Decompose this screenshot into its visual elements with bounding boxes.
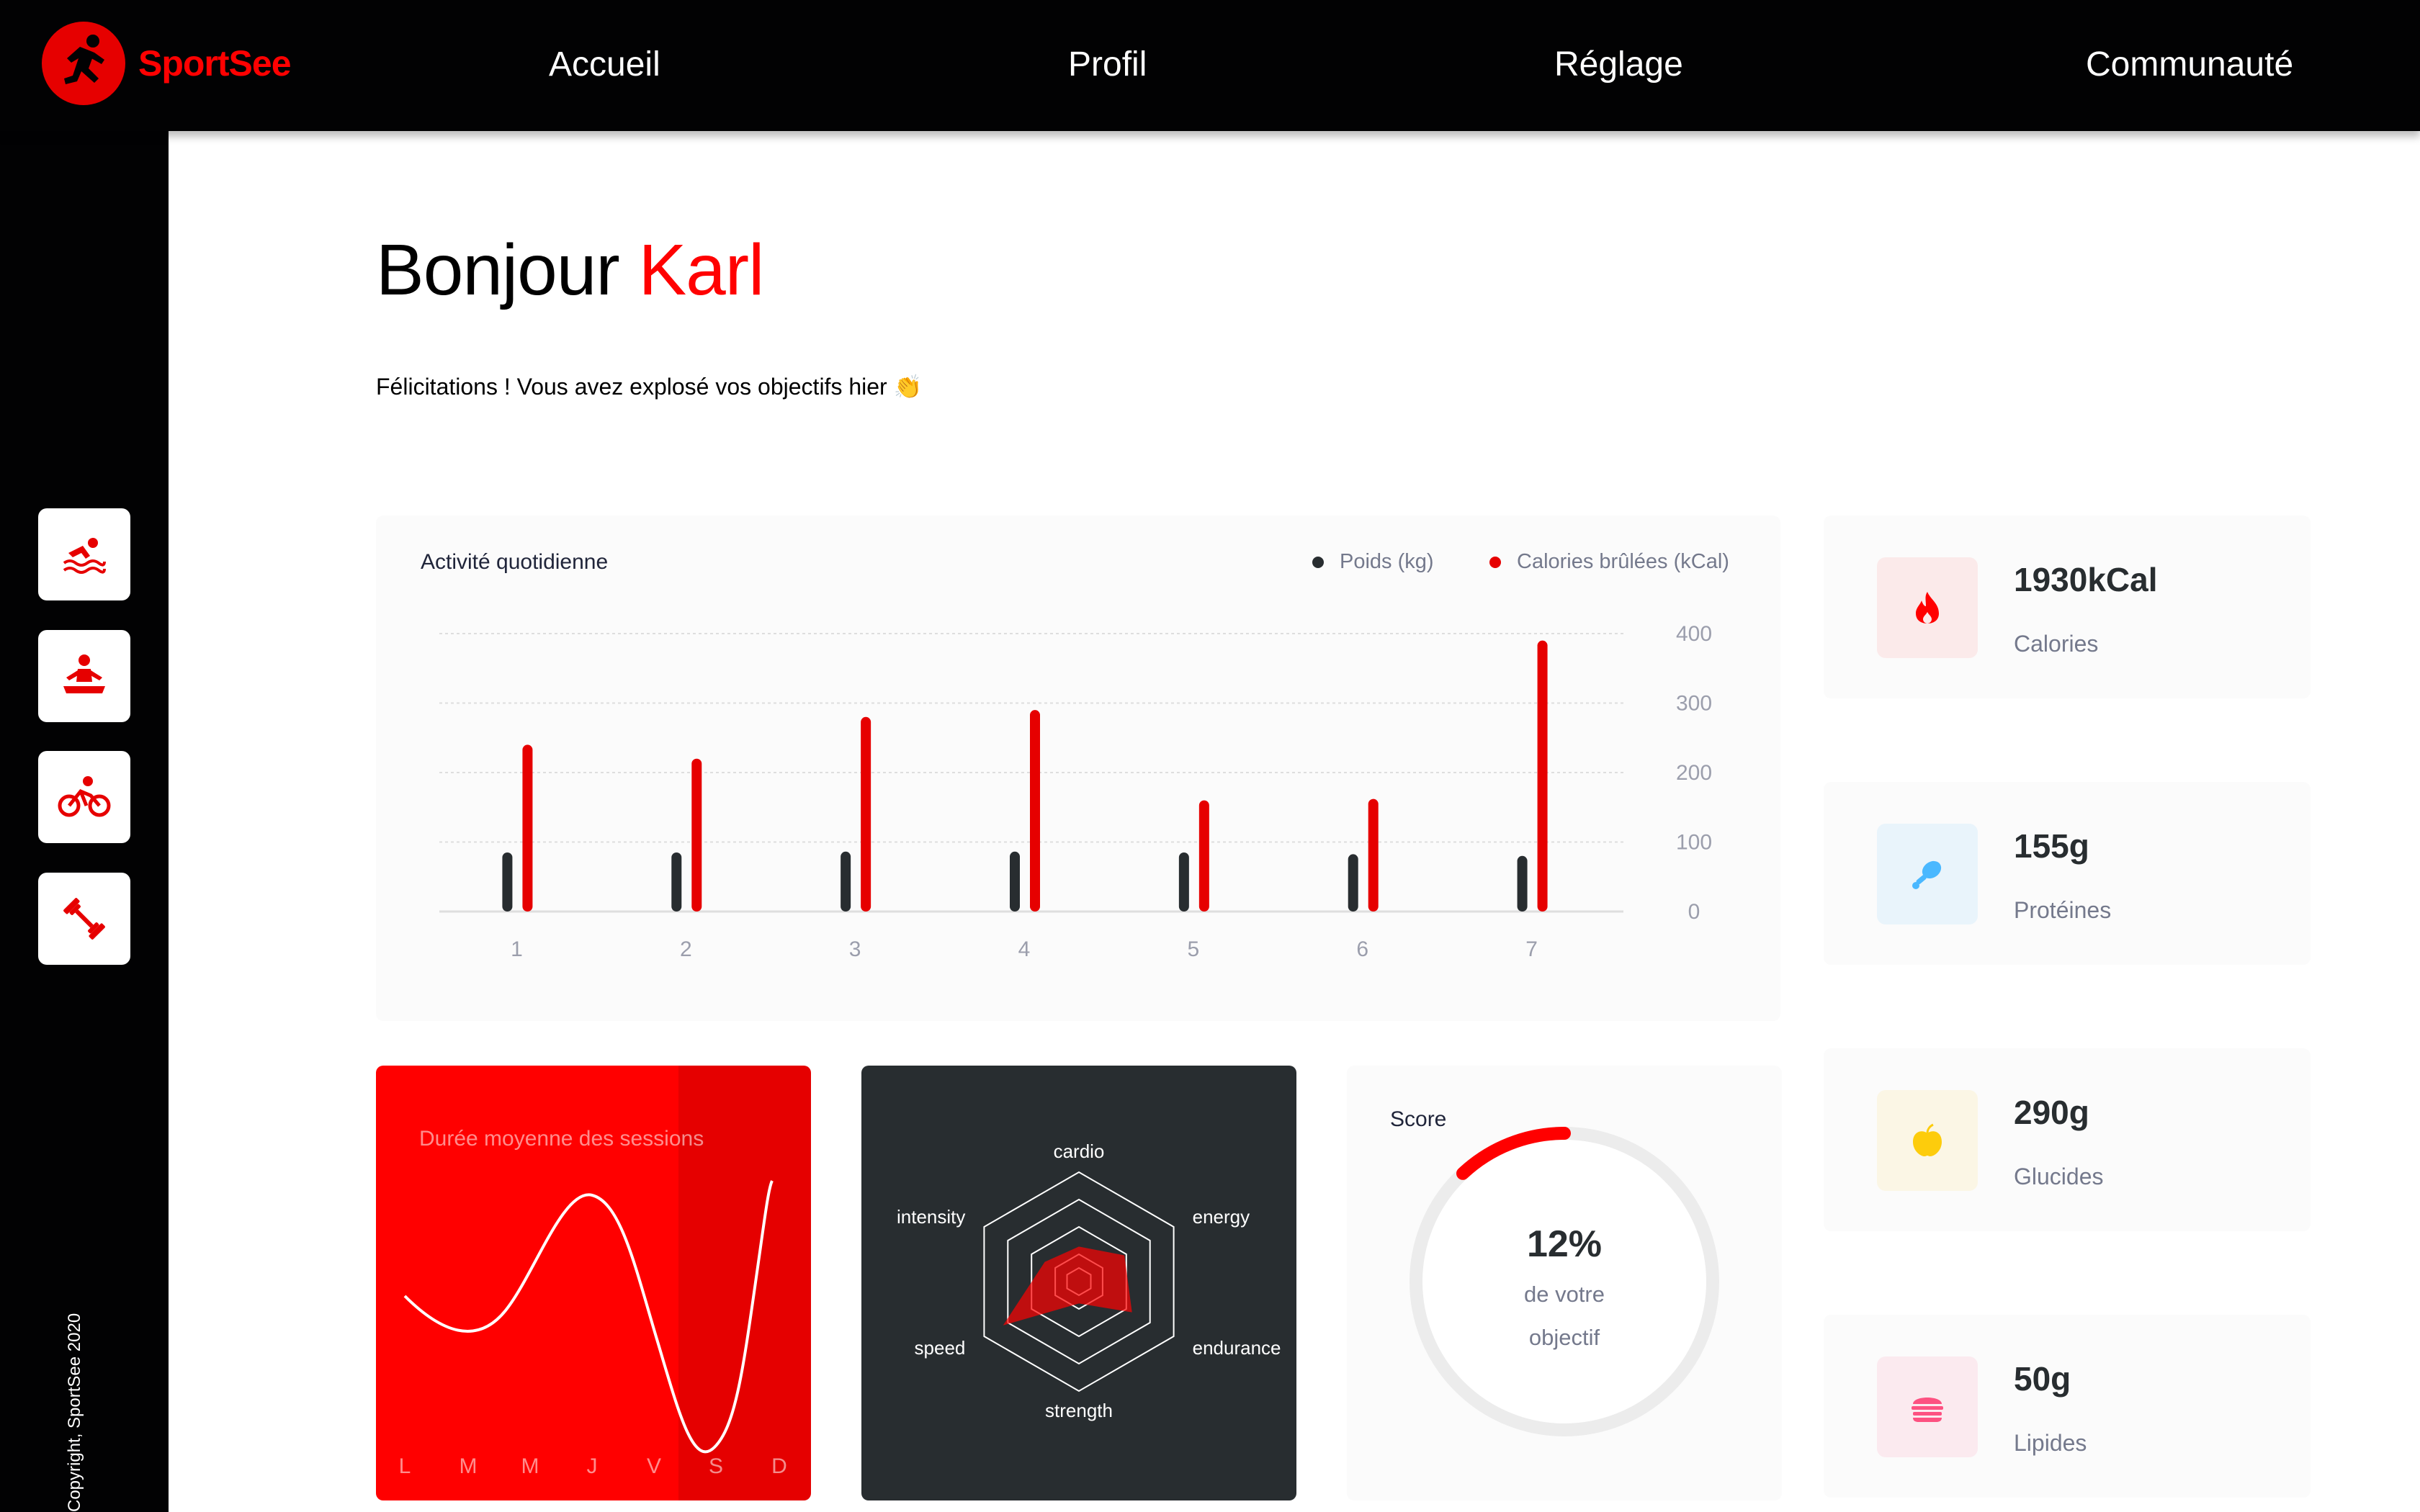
sportsee-logo[interactable]: SportSee [42,22,292,105]
calories-bar [1537,640,1548,912]
radar-axis-label: strength [1045,1400,1113,1421]
weight-bar [1178,852,1189,912]
day-label: S [709,1454,723,1478]
sidebar-item-bodybuilding[interactable] [38,873,130,965]
day-label: D [771,1454,787,1478]
top-navigation: SportSee Accueil Profil Réglage Communau… [0,0,2420,131]
calories-bar [1030,710,1040,912]
sessions-line [403,1180,774,1454]
lipids-label: Lipides [2014,1430,2087,1456]
key-data-proteins: 155g Protéines [1824,782,2311,965]
key-data-carbs: 290g Glucides [1824,1048,2311,1231]
y-tick-label: 0 [1688,900,1700,924]
radar-axis-label: energy [1193,1206,1250,1228]
x-tick-label: 7 [1525,937,1538,961]
weight-bar [671,852,682,912]
day-label: M [521,1454,539,1478]
sidebar-item-swimming[interactable] [38,508,130,600]
proteins-value: 155g [2014,827,2089,865]
nav-communaute[interactable]: Communauté [2086,45,2293,84]
weight-bar [1517,855,1528,912]
radar-axis-label: endurance [1193,1337,1281,1359]
copyright-text: Copyright, SportSee 2020 [65,1313,84,1512]
carbs-value: 290g [2014,1094,2089,1131]
radar-area [1003,1246,1132,1326]
x-tick-label: 3 [849,937,861,961]
calories-label: Calories [2014,631,2099,657]
calories-bar [691,758,702,912]
weight-bar [502,852,513,912]
nav-reglage[interactable]: Réglage [1554,45,1683,84]
average-sessions-chart: Durée moyenne des sessions LMMJVSD [376,1066,811,1500]
sidebar-item-yoga[interactable] [38,630,130,722]
weight-bar [1010,851,1020,912]
cycling-icon [58,776,111,817]
radar-plot: cardio energy endurance strength speed intens… [897,1140,1281,1421]
day-label: L [399,1454,411,1478]
nav-accueil[interactable]: Accueil [549,45,660,84]
score-caption-2: objectif [1528,1325,1600,1350]
weight-bar [841,851,851,912]
radar-axis-label: intensity [897,1206,965,1228]
key-data-lipids: 50g Lipides [1824,1315,2311,1498]
calories-bar [861,716,871,912]
x-tick-label: 4 [1018,937,1031,961]
cheeseburger-icon [1877,1356,1978,1457]
x-tick-label: 6 [1356,937,1368,961]
x-tick-label: 1 [511,937,523,961]
key-data-calories: 1930kCal Calories [1824,516,2311,698]
radar-axis-label: speed [915,1337,966,1359]
dumbbell-icon [63,898,105,940]
sidebar: Copyright, SportSee 2020 [0,131,169,1512]
x-tick-label: 5 [1188,937,1200,961]
performance-radar-chart: cardio energy endurance strength speed intens… [861,1066,1296,1500]
y-tick-label: 100 [1676,831,1712,855]
day-label: M [460,1454,478,1478]
score-chart: Score 12% de votre objectif [1347,1066,1782,1500]
daily-activity-chart: Activité quotidienne Poids (kg) Calories… [376,516,1780,1021]
y-tick-label: 300 [1676,692,1712,716]
calories-bar [1368,798,1379,912]
score-caption-1: de votre [1523,1282,1605,1307]
radar-axis-label: cardio [1054,1140,1105,1162]
swimming-icon [63,538,106,574]
score-percentage: 12% [1526,1223,1603,1265]
day-label: V [647,1454,661,1478]
activity-plot: 0 100 200 300 400 1 2 3 4 5 6 7 [439,622,1712,961]
calories-bar [1198,800,1209,912]
chicken-icon [1877,824,1978,924]
user-first-name: Karl [638,230,764,310]
weight-bar [1348,854,1358,912]
congrats-message: Félicitations ! Vous avez explosé vos ob… [376,374,923,400]
sidebar-item-cycling[interactable] [38,751,130,843]
page-title: Bonjour Karl [376,229,764,312]
apple-icon [1877,1090,1978,1191]
calories-bar [522,744,533,912]
calories-value: 1930kCal [2014,561,2158,598]
yoga-icon [63,654,105,693]
proteins-label: Protéines [2014,897,2112,923]
sessions-plot: LMMJVSD [399,1180,787,1478]
nav-profil[interactable]: Profil [1068,45,1147,84]
y-tick-label: 200 [1676,761,1712,785]
app-name: SportSee [138,43,292,84]
greeting-hello: Bonjour [376,230,620,310]
y-tick-label: 400 [1676,622,1712,646]
flame-icon [1877,557,1978,658]
x-tick-label: 2 [680,937,692,961]
carbs-label: Glucides [2014,1164,2104,1189]
day-label: J [587,1454,598,1478]
runner-icon [42,22,125,105]
lipids-value: 50g [2014,1360,2071,1398]
